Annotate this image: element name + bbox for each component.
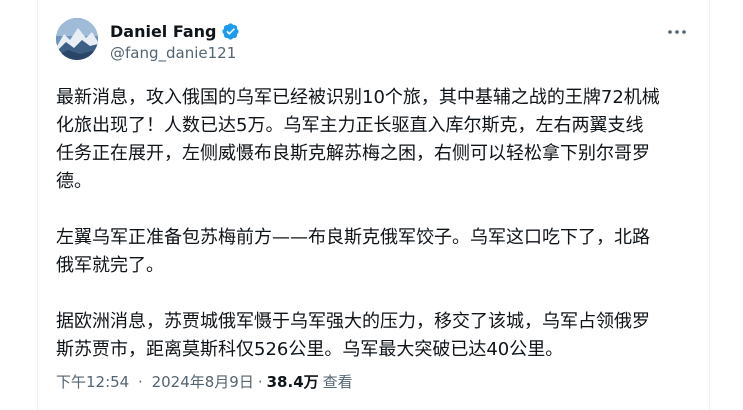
verified-badge-icon xyxy=(221,22,240,41)
more-options-icon[interactable] xyxy=(666,24,688,38)
tweet-date: 2024年8月9日 xyxy=(151,373,254,391)
tweet-paragraph-2: 左翼乌军正准备包苏梅前方——布良斯克俄军饺子。乌军这口吃下了，北路 俄军就完了。 xyxy=(56,224,696,280)
tweet-meta: 下午12:54 · 2024年8月9日 · 38.4万 查看 xyxy=(56,371,353,392)
avatar[interactable] xyxy=(56,18,98,60)
tweet-line: 斯苏贾市，距离莫斯科仅526公里。乌军最大突破已达40公里。 xyxy=(56,339,564,360)
tweet-line: 化旅出现了！人数已达5万。乌军主力正长驱直入库尔斯克，左右两翼支线 xyxy=(56,115,644,136)
tweet-text: 最新消息，攻入俄国的乌军已经被识别10个旅，其中基辅之战的王牌72机械 化旅出现… xyxy=(56,84,696,364)
tweet-card: Daniel Fang @fang_danie121 最新消息，攻入俄国的乌军已… xyxy=(37,0,710,410)
tweet-paragraph-1: 最新消息，攻入俄国的乌军已经被识别10个旅，其中基辅之战的王牌72机械 化旅出现… xyxy=(56,84,696,196)
avatar-image xyxy=(56,18,98,60)
views-count[interactable]: 38.4万 xyxy=(267,371,319,392)
author-handle[interactable]: @fang_danie121 xyxy=(110,44,236,62)
meta-separator: · xyxy=(138,373,143,391)
tweet-line: 任务正在展开，左侧威慑布良斯克解苏梅之困，右侧可以轻松拿下别尔哥罗 xyxy=(56,143,650,164)
views-label[interactable]: 查看 xyxy=(323,371,353,392)
timestamp-link[interactable]: 下午12:54 · 2024年8月9日 xyxy=(56,371,254,392)
author-name-row: Daniel Fang xyxy=(110,19,240,43)
tweet-line: 左翼乌军正准备包苏梅前方——布良斯克俄军饺子。乌军这口吃下了，北路 xyxy=(56,227,650,248)
tweet-line: 俄军就完了。 xyxy=(56,255,164,276)
tweet-line: 最新消息，攻入俄国的乌军已经被识别10个旅，其中基辅之战的王牌72机械 xyxy=(56,87,660,108)
tweet-paragraph-3: 据欧洲消息，苏贾城俄军慑于乌军强大的压力，移交了该城，乌军占领俄罗 斯苏贾市，距… xyxy=(56,308,696,364)
tweet-line: 德。 xyxy=(56,171,92,192)
tweet-time: 下午12:54 xyxy=(56,373,130,391)
tweet-line: 据欧洲消息，苏贾城俄军慑于乌军强大的压力，移交了该城，乌军占领俄罗 xyxy=(56,311,650,332)
meta-separator: · xyxy=(257,372,263,391)
display-name[interactable]: Daniel Fang xyxy=(110,22,217,41)
